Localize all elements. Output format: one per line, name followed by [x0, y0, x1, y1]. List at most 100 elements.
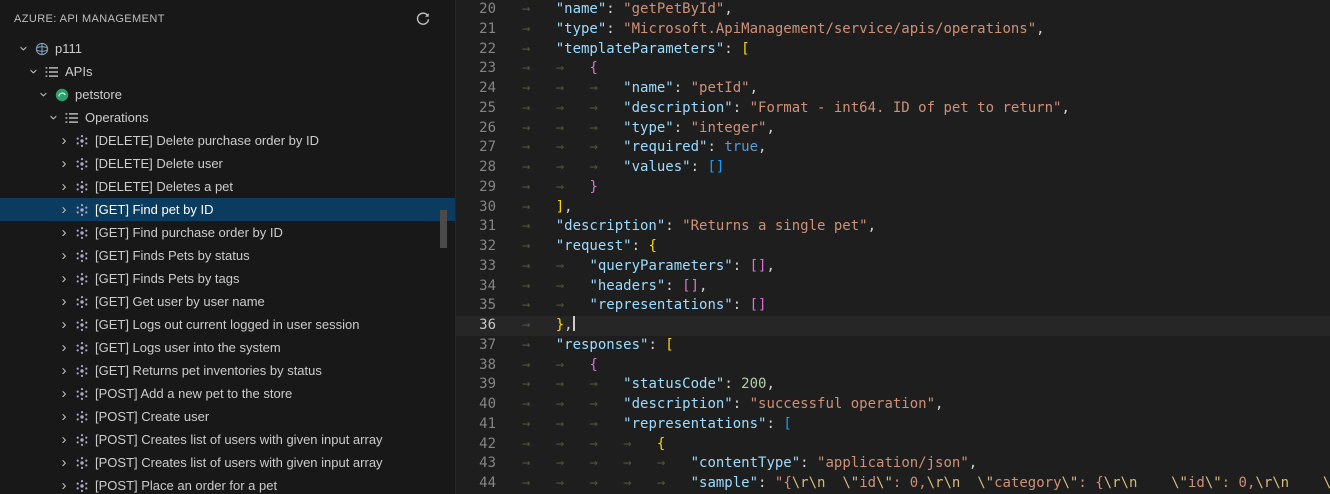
code-line-27[interactable]: 27 → → → "required": true, — [456, 138, 1330, 158]
code-text: → → → "statusCode": 200, — [522, 375, 775, 395]
code-line-30[interactable]: 30 → ], — [456, 198, 1330, 218]
chevron-down-icon[interactable]: › — [16, 41, 33, 57]
tree-item-post-creates-list-of-users-with-given-input-array[interactable]: › [POST] Creates list of users with given… — [0, 428, 455, 451]
token: "responses" — [555, 336, 649, 353]
tree-item-post-add-a-new-pet-to-the-store[interactable]: › [POST] Add a new pet to the store — [0, 382, 455, 405]
chevron-right-icon[interactable]: › — [56, 202, 72, 217]
tree-item-post-create-user[interactable]: › [POST] Create user — [0, 405, 455, 428]
code-text: → → → "required": true, — [522, 138, 766, 158]
line-number: 39 — [479, 376, 496, 393]
chevron-right-icon[interactable]: › — [56, 432, 72, 447]
tab-whitespace-icon: → — [623, 475, 657, 491]
code-line-26[interactable]: 26 → → → "type": "integer", — [456, 119, 1330, 139]
code-line-23[interactable]: 23 → → { — [456, 59, 1330, 79]
chevron-right-icon[interactable]: › — [56, 340, 72, 355]
code-line-29[interactable]: 29 → → } — [456, 178, 1330, 198]
tab-whitespace-icon: → — [522, 455, 556, 472]
code-line-20[interactable]: 20 → "name": "getPetById", — [456, 0, 1330, 20]
tree-item-delete-deletes-a-pet[interactable]: › [DELETE] Deletes a pet — [0, 175, 455, 198]
apim-service-icon — [32, 41, 51, 57]
api-icon — [52, 87, 71, 103]
line-number: 43 — [479, 455, 496, 472]
chevron-right-icon[interactable]: › — [56, 225, 72, 240]
code-line-42[interactable]: 42 → → → → { — [456, 435, 1330, 455]
code-line-35[interactable]: 35 → → "representations": [] — [456, 296, 1330, 316]
code-line-28[interactable]: 28 → → → "values": [] — [456, 158, 1330, 178]
chevron-right-icon[interactable]: › — [56, 386, 72, 401]
chevron-right-icon[interactable]: › — [56, 271, 72, 286]
code-line-25[interactable]: 25 → → → "description": "Format - int64. … — [456, 99, 1330, 119]
code-line-41[interactable]: 41 → → → "representations": [ — [456, 415, 1330, 435]
code-line-39[interactable]: 39 → → → "statusCode": 200, — [456, 375, 1330, 395]
chevron-down-icon[interactable]: › — [36, 87, 53, 103]
code-line-44[interactable]: 44 → → → → → "sample": "{\r\n \"id\": 0,\… — [456, 474, 1330, 494]
tree-item-get-get-user-by-user-name[interactable]: › [GET] Get user by user name — [0, 290, 455, 313]
tree-item-delete-delete-user[interactable]: › [DELETE] Delete user — [0, 152, 455, 175]
code-line-21[interactable]: 21 → "type": "Microsoft.ApiManagement/ser… — [456, 20, 1330, 40]
tab-whitespace-icon: → — [522, 336, 556, 353]
chevron-right-icon[interactable]: › — [56, 294, 72, 309]
tab-whitespace-icon: → — [589, 159, 624, 175]
code-line-32[interactable]: 32 → "request": { — [456, 237, 1330, 257]
tree-item-get-find-purchase-order-by-id[interactable]: › [GET] Find purchase order by ID — [0, 221, 455, 244]
code-text: → → "headers": [], — [522, 277, 707, 297]
code-line-24[interactable]: 24 → → → "name": "petId", — [456, 79, 1330, 99]
token: : { — [1078, 475, 1104, 491]
code-text: → ], — [522, 198, 573, 218]
code-line-33[interactable]: 33 → → "queryParameters": [], — [456, 257, 1330, 277]
line-number: 42 — [479, 435, 496, 452]
chevron-right-icon[interactable]: › — [56, 248, 72, 263]
tree-item-apis[interactable]: › APIs — [0, 60, 455, 83]
chevron-down-icon[interactable]: › — [26, 64, 43, 80]
tree-item-delete-delete-purchase-order-by-id[interactable]: › [DELETE] Delete purchase order by ID — [0, 129, 455, 152]
token: , — [564, 317, 573, 333]
token: } — [589, 178, 598, 195]
json-editor[interactable]: 20 → "name": "getPetById", 21 → "type": "Mi… — [455, 0, 1330, 494]
code-line-22[interactable]: 22 → "templateParameters": [ — [456, 40, 1330, 60]
sidebar-scrollbar-thumb[interactable] — [440, 210, 447, 248]
tree-item-get-logs-out-current-logged-in-user-session[interactable]: › [GET] Logs out current logged in user s… — [0, 313, 455, 336]
tree-item-post-creates-list-of-users-with-given-input-array[interactable]: › [POST] Creates list of users with given… — [0, 451, 455, 474]
chevron-right-icon[interactable]: › — [56, 409, 72, 424]
tab-whitespace-icon: → — [589, 376, 624, 393]
tab-whitespace-icon: → — [555, 475, 590, 491]
tree-item-petstore[interactable]: › petstore — [0, 83, 455, 106]
tree-item-get-returns-pet-inventories-by-status[interactable]: › [GET] Returns pet inventories by status — [0, 359, 455, 382]
chevron-right-icon[interactable]: › — [56, 317, 72, 332]
code-line-43[interactable]: 43 → → → → → "contentType": "application/… — [456, 454, 1330, 474]
code-line-37[interactable]: 37 → "responses": [ — [456, 336, 1330, 356]
code-text: → → → "type": "integer", — [522, 119, 775, 139]
tab-whitespace-icon: → — [623, 455, 657, 472]
tab-whitespace-icon: → — [522, 159, 556, 175]
code-line-38[interactable]: 38 → → { — [456, 356, 1330, 376]
tree-item-operations[interactable]: › Operations — [0, 106, 455, 129]
chevron-right-icon[interactable]: › — [56, 133, 72, 148]
code-line-40[interactable]: 40 → → → "description": "successful opera… — [456, 395, 1330, 415]
code-line-31[interactable]: 31 → "description": "Returns a single pet… — [456, 217, 1330, 237]
chevron-right-icon[interactable]: › — [56, 179, 72, 194]
chevron-right-icon[interactable]: › — [56, 156, 72, 171]
code-line-36[interactable]: 36 → }, — [456, 316, 1330, 336]
tree-item-get-finds-pets-by-tags[interactable]: › [GET] Finds Pets by tags — [0, 267, 455, 290]
chevron-down-icon[interactable]: › — [46, 110, 63, 126]
tree-item-p111[interactable]: › p111 — [0, 37, 455, 60]
tree-item-label: [GET] Find pet by ID — [95, 202, 214, 217]
chevron-right-icon[interactable]: › — [56, 455, 72, 470]
tree-item-post-place-an-order-for-a-pet[interactable]: › [POST] Place an order for a pet — [0, 474, 455, 494]
tab-whitespace-icon: → — [522, 20, 556, 37]
token: : — [800, 455, 818, 472]
refresh-icon[interactable] — [415, 11, 431, 27]
line-number: 21 — [479, 20, 496, 37]
token: , — [699, 277, 708, 294]
chevron-right-icon[interactable]: › — [56, 478, 72, 493]
tab-whitespace-icon: → — [555, 297, 590, 314]
chevron-right-icon[interactable]: › — [56, 363, 72, 378]
tree-item-get-find-pet-by-id[interactable]: › [GET] Find pet by ID — [0, 198, 455, 221]
code-area: 20 → "name": "getPetById", 21 → "type": "Mi… — [456, 0, 1330, 494]
tree-item-get-logs-user-into-the-system[interactable]: › [GET] Logs user into the system — [0, 336, 455, 359]
code-line-34[interactable]: 34 → → "headers": [], — [456, 277, 1330, 297]
line-number: 27 — [479, 139, 496, 156]
code-text: → "description": "Returns a single pet", — [522, 217, 876, 237]
tree-item-get-finds-pets-by-status[interactable]: › [GET] Finds Pets by status — [0, 244, 455, 267]
